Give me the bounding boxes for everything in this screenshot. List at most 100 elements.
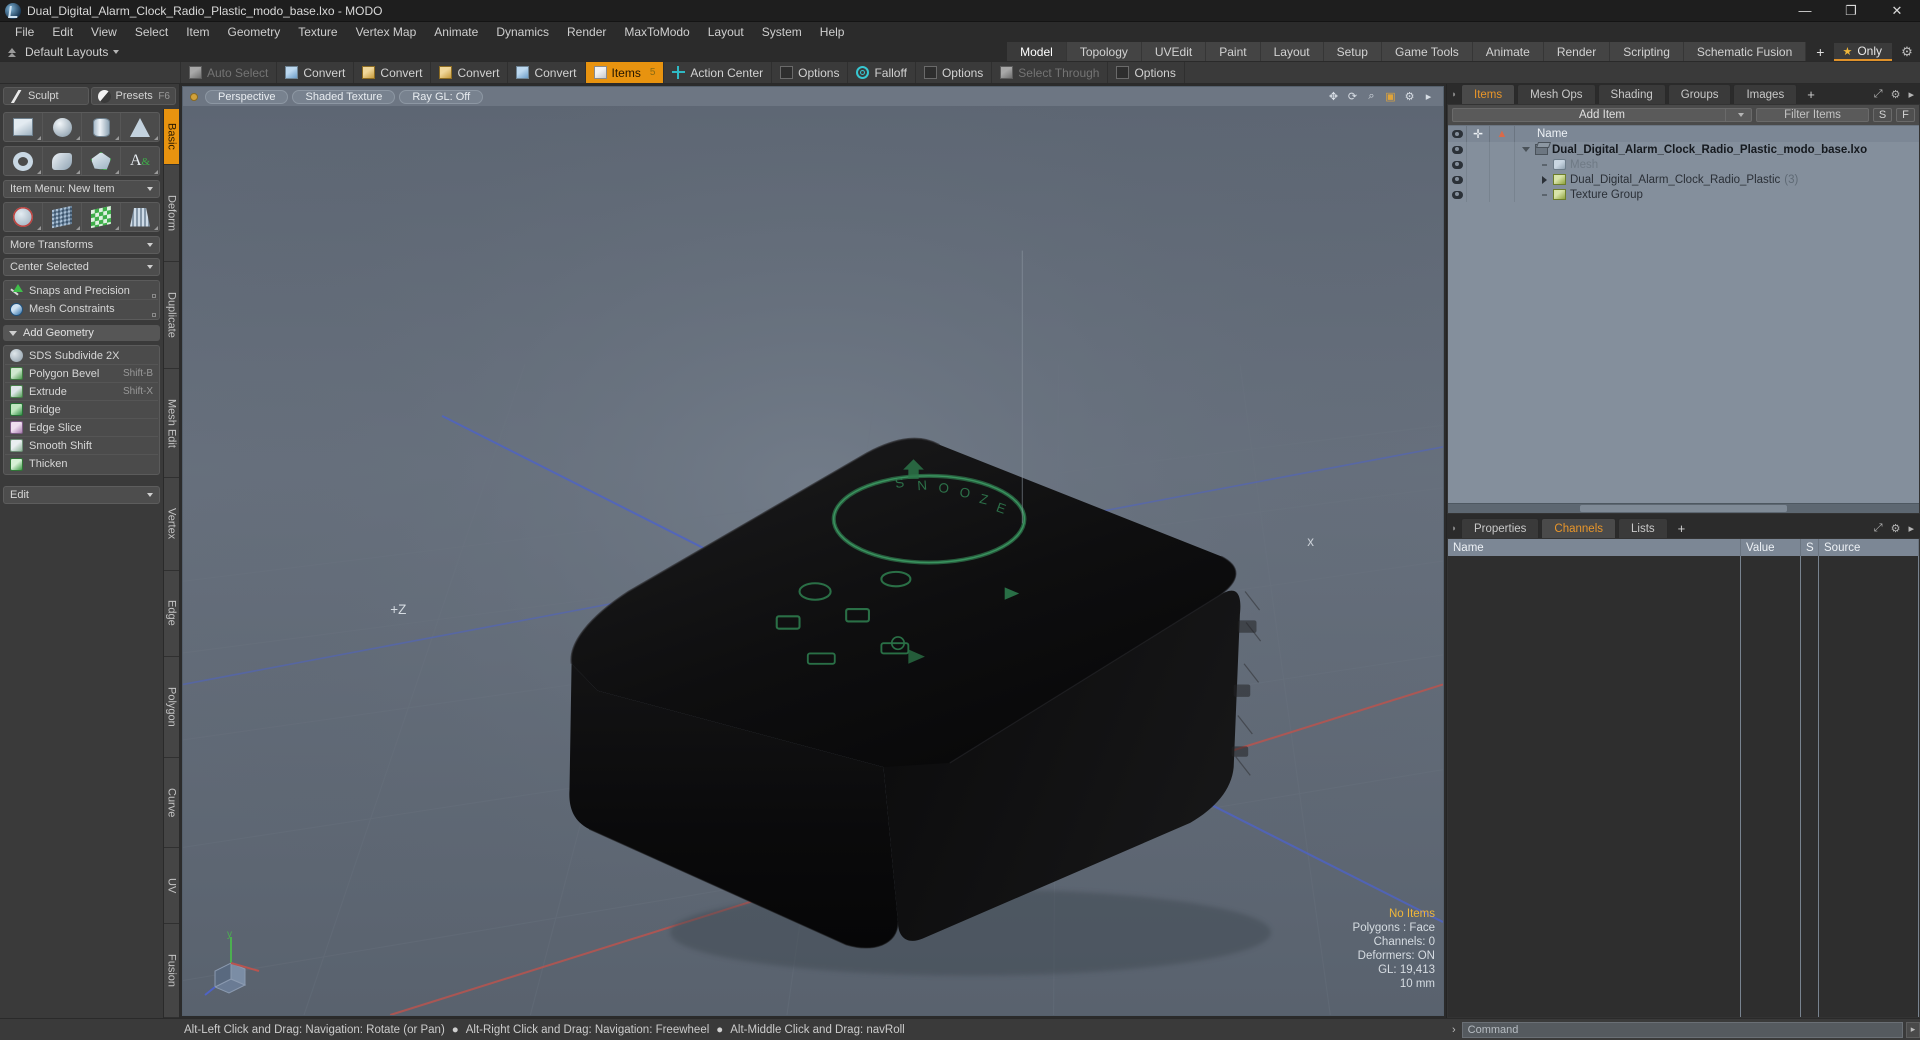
polygon-icon[interactable] (82, 147, 121, 175)
more-transforms-dropdown[interactable]: More Transforms (3, 236, 160, 254)
mode-button-action-center-6[interactable]: Action Center (664, 62, 773, 83)
items-tree-row[interactable]: Texture Group (1448, 187, 1919, 202)
vertical-tab-mesh-edit[interactable]: Mesh Edit (164, 368, 179, 479)
menu-file[interactable]: File (6, 23, 43, 41)
tool-thicken[interactable]: Thicken (5, 455, 158, 473)
mode-button-options-7[interactable]: Options (772, 62, 849, 83)
palette-grip-icon[interactable]: ◗ (1447, 518, 1461, 538)
visibility-eye-icon[interactable] (1448, 172, 1467, 187)
vertical-tab-polygon[interactable]: Polygon (164, 657, 179, 758)
sphere-icon[interactable] (43, 113, 82, 141)
expand-icon[interactable]: ⤢ (1874, 88, 1883, 101)
add-item-button[interactable]: Add Item (1452, 108, 1752, 122)
layout-tab-animate[interactable]: Animate (1472, 42, 1544, 61)
items-tab-add[interactable]: + (1799, 84, 1823, 104)
mode-button-options-9[interactable]: Options (915, 62, 993, 83)
command-submit-button[interactable]: ▸ (1906, 1021, 1920, 1038)
row-render-cell[interactable] (1490, 157, 1515, 172)
mode-button-items-5[interactable]: Items 5 (585, 62, 665, 83)
mode-button-select-through-10[interactable]: Select Through (992, 62, 1109, 83)
vertical-tab-edge[interactable]: Edge (164, 570, 179, 658)
items-tab-images[interactable]: Images (1733, 84, 1798, 104)
add-item-dropdown-arrow[interactable] (1725, 109, 1751, 121)
menu-item[interactable]: Item (177, 23, 218, 41)
view-mode-button[interactable]: Perspective (205, 89, 289, 104)
menu-edit[interactable]: Edit (43, 23, 82, 41)
row-render-cell[interactable] (1490, 142, 1515, 157)
layout-tab-scripting[interactable]: Scripting (1610, 42, 1684, 61)
layout-tab-game-tools[interactable]: Game Tools (1381, 42, 1473, 61)
torus-icon[interactable] (4, 147, 43, 175)
tool-extrude[interactable]: Extrude Shift-X (5, 383, 158, 401)
channels-tab-lists[interactable]: Lists (1618, 518, 1668, 538)
shading-mode-button[interactable]: Shaded Texture (292, 89, 396, 104)
menu-dynamics[interactable]: Dynamics (487, 23, 558, 41)
default-layouts-selector[interactable]: Default Layouts (0, 42, 150, 61)
3d-viewport[interactable]: +Z x S N O O Z E No Items Polygons: Fac… (182, 106, 1444, 1016)
layout-tab-paint[interactable]: Paint (1206, 42, 1261, 61)
edit-dropdown[interactable]: Edit (3, 486, 160, 504)
menu-vertex-map[interactable]: Vertex Map (347, 23, 426, 41)
row-lock-cell[interactable] (1467, 172, 1490, 187)
zoom-view-icon[interactable]: ⌕ (1365, 90, 1378, 103)
visibility-eye-icon[interactable] (1448, 187, 1467, 202)
transform-icon[interactable] (4, 203, 43, 231)
row-lock-cell[interactable] (1467, 187, 1490, 202)
filter-f-button[interactable]: F (1896, 108, 1915, 122)
items-tree-name-cell[interactable]: Mesh (1515, 157, 1919, 172)
palette-menu-icon[interactable]: ▸ (1908, 522, 1914, 535)
visibility-eye-icon[interactable] (1448, 157, 1467, 172)
row-render-cell[interactable] (1490, 187, 1515, 202)
items-tree-name-cell[interactable]: Dual_Digital_Alarm_Clock_Radio_Plastic_m… (1515, 142, 1919, 157)
plane-icon[interactable] (82, 203, 121, 231)
rotate-view-icon[interactable]: ⟳ (1346, 90, 1359, 103)
move-view-icon[interactable]: ✥ (1327, 90, 1340, 103)
menu-layout[interactable]: Layout (699, 23, 753, 41)
viewport-menu-icon[interactable]: ▸ (1422, 90, 1435, 103)
command-input[interactable]: Command (1461, 1021, 1903, 1038)
items-tree-name-cell[interactable]: Dual_Digital_Alarm_Clock_Radio_Plastic (3… (1515, 172, 1919, 187)
items-horizontal-scrollbar[interactable] (1448, 503, 1919, 513)
close-button[interactable]: ✕ (1874, 0, 1920, 22)
menu-select[interactable]: Select (126, 23, 177, 41)
tool-edge-slice[interactable]: Edge Slice (5, 419, 158, 437)
layout-tab-render[interactable]: Render (1543, 42, 1611, 61)
text-icon[interactable]: A& (121, 147, 159, 175)
add-geometry-header[interactable]: Add Geometry (3, 325, 160, 341)
layout-tab-layout[interactable]: Layout (1260, 42, 1324, 61)
tool-polygon-bevel[interactable]: Polygon Bevel Shift-B (5, 365, 158, 383)
palette-gear-icon[interactable]: ⚙ (1891, 522, 1901, 535)
mode-button-convert-4[interactable]: Convert (508, 62, 586, 83)
expand-icon[interactable]: ⤢ (1874, 522, 1883, 535)
layout-tab-topology[interactable]: Topology (1066, 42, 1142, 61)
mode-button-convert-2[interactable]: Convert (354, 62, 432, 83)
sculpt-button[interactable]: Sculpt (3, 87, 89, 105)
grid-icon[interactable] (43, 203, 82, 231)
fence-icon[interactable] (121, 203, 159, 231)
options-dot-icon[interactable] (152, 294, 156, 298)
tool-sds-subdivide-2x[interactable]: SDS Subdivide 2X (5, 347, 158, 365)
snaps-and-precision-item[interactable]: Snaps and Precision (5, 282, 158, 300)
items-tree[interactable]: Dual_Digital_Alarm_Clock_Radio_Plastic_m… (1448, 142, 1919, 503)
twirl-down-icon[interactable] (1521, 147, 1531, 152)
items-tree-row[interactable]: Dual_Digital_Alarm_Clock_Radio_Plastic (3… (1448, 172, 1919, 187)
twirl-dash-icon[interactable] (1539, 164, 1549, 166)
cube-icon[interactable] (4, 113, 43, 141)
palette-grip-icon[interactable]: ◗ (1447, 84, 1461, 104)
items-tree-row[interactable]: Mesh (1448, 157, 1919, 172)
row-render-cell[interactable] (1490, 172, 1515, 187)
menu-animate[interactable]: Animate (425, 23, 487, 41)
filter-s-button[interactable]: S (1873, 108, 1892, 122)
channels-tab-channels[interactable]: Channels (1541, 518, 1617, 538)
menu-maxtomodo[interactable]: MaxToModo (615, 23, 698, 41)
menu-geometry[interactable]: Geometry (219, 23, 290, 41)
menu-help[interactable]: Help (811, 23, 854, 41)
items-tab-groups[interactable]: Groups (1667, 84, 1732, 104)
tool-smooth-shift[interactable]: Smooth Shift (5, 437, 158, 455)
mode-button-convert-3[interactable]: Convert (431, 62, 509, 83)
only-toggle-button[interactable]: ★ Only (1834, 42, 1892, 61)
mesh-constraints-item[interactable]: Mesh Constraints (5, 300, 158, 318)
palette-gear-icon[interactable]: ⚙ (1891, 88, 1901, 101)
layout-tab-model[interactable]: Model (1007, 42, 1067, 61)
add-layout-tab-button[interactable]: + (1806, 42, 1835, 61)
